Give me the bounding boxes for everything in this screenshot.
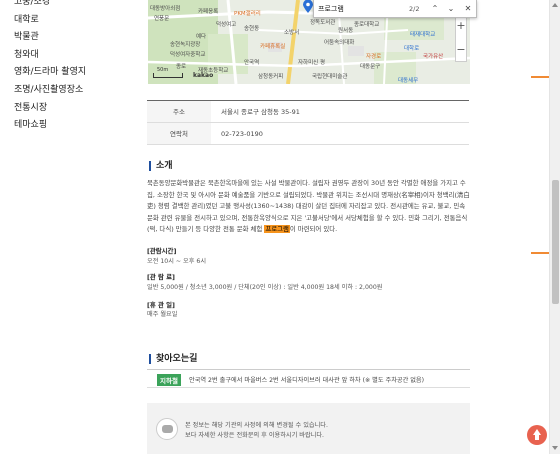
info-table: 주소 서울시 종로구 삼청동 35-91 연락처 02-723-0190 <box>147 100 469 145</box>
notice-box: 본 정보는 해당 기관의 사정에 의해 변경될 수 있습니다. 보다 자세한 사… <box>147 403 470 454</box>
map-label: 원서동 <box>338 28 354 34</box>
sidebar-item-photo-spot[interactable]: 조명/사진촬영장소 <box>14 82 86 100</box>
hours-value: 오전 10시 ~ 오후 6시 <box>147 258 207 265</box>
map-label: PKM갤러리 <box>234 11 261 17</box>
closed-label: [휴 관 일] <box>147 301 175 309</box>
contact-label: 연락처 <box>147 123 211 144</box>
sidebar-item-filming-location[interactable]: 영화/드라마 촬영지 <box>14 64 86 82</box>
map-label: 태재대학교 <box>410 32 436 38</box>
directions-divider <box>147 369 470 370</box>
scroll-to-top-button[interactable] <box>527 425 547 445</box>
map-label: 안국역 <box>244 60 260 66</box>
map-label: 자하미신 평 <box>298 60 326 66</box>
closed-value: 매주 월요일 <box>147 311 178 318</box>
directions-title: 찾아오는길 <box>149 354 197 364</box>
search-highlight: 프로그램 <box>264 225 290 234</box>
map-label: 국립현대미술관 <box>312 74 348 80</box>
fee-value: 일반 5,000원 / 청소년 3,000원 / 단체(20인 이상) : 일반… <box>147 284 383 291</box>
map-label: 대동문구 <box>360 64 381 70</box>
subway-badge: 지하철 <box>157 374 181 386</box>
chat-bubble-icon <box>156 418 178 440</box>
map-label: 국가유산 <box>423 54 444 60</box>
map-label: 소방서 <box>284 30 300 36</box>
find-in-page-bar: 프로그램 2/2 ⌃ ⌄ ✕ <box>313 0 477 18</box>
map-label: 자경로 <box>366 54 382 60</box>
map-scale: 50m <box>153 67 183 78</box>
hours-label: [관람시간] <box>147 247 177 255</box>
map-label: 송현녹지광장 <box>170 42 201 48</box>
map-label: 덕성여자중학교 <box>170 52 206 58</box>
chevron-up-icon[interactable]: ⌃ <box>429 2 441 15</box>
notice-line-2: 보다 자세한 사항은 전화문의 후 이용하시기 바랍니다. <box>185 432 325 439</box>
map-label: 어둠속의대화 <box>324 40 355 46</box>
scroll-up-icon[interactable] <box>552 3 558 7</box>
map-label: 카페휴록실 <box>260 44 286 50</box>
map-label: 카페응록 <box>198 9 219 15</box>
map-label: 삼청동커피 <box>258 74 284 80</box>
zoom-in-button[interactable]: + <box>456 19 466 32</box>
map-label: 연풍문 <box>154 16 170 22</box>
sidebar-item-daehakro[interactable]: 대학로 <box>14 12 86 30</box>
sidebar-item-theme-shopping[interactable]: 테마쇼핑 <box>14 117 86 135</box>
find-input[interactable]: 프로그램 <box>318 3 413 15</box>
sidebar-item-museum[interactable]: 박물관 <box>14 29 86 47</box>
map-label: 종로 <box>176 64 187 70</box>
info-row-address: 주소 서울시 종로구 삼청동 35-91 <box>147 101 469 123</box>
sidebar-list: 고궁/조경 대학로 박물관 청와대 영화/드라마 촬영지 조명/사진촬영장소 전… <box>14 0 86 135</box>
contact-value: 02-723-0190 <box>221 130 263 138</box>
sidebar: 고궁/조경 대학로 박물관 청와대 영화/드라마 촬영지 조명/사진촬영장소 전… <box>0 0 130 454</box>
sidebar-item-cheongwadae[interactable]: 청와대 <box>14 47 86 65</box>
intro-text: 북촌동양문화박물관은 북촌한옥마을에 있는 사설 박물관이다. 설립자 권영두 … <box>147 179 470 234</box>
transit-row: 지하철 안국역 2번 출구에서 마을버스 2번 서울디자이브러 대사관 앞 하차… <box>147 372 470 388</box>
map-label: 송현동 <box>244 26 260 32</box>
zoom-out-button[interactable]: − <box>456 43 466 56</box>
intro-title: 소개 <box>149 161 173 171</box>
transit-text: 안국역 2번 출구에서 마을버스 2번 서울디자이브러 대사관 앞 하차 (※ … <box>189 377 425 384</box>
notice-line-1: 본 정보는 해당 기관의 사정에 의해 변경될 수 있습니다. <box>185 422 328 429</box>
map-label: 대학로 <box>404 46 420 52</box>
map-label: 대동방아쇠점 <box>150 6 181 12</box>
sidebar-item-palace[interactable]: 고궁/조경 <box>14 0 86 12</box>
scroll-down-icon[interactable] <box>552 446 558 450</box>
map-label: 덕성여고 <box>216 22 237 28</box>
chevron-down-icon[interactable]: ⌄ <box>445 2 457 15</box>
address-value: 서울시 종로구 삼청동 35-91 <box>221 108 300 116</box>
map-label: 예다 <box>196 34 207 40</box>
map-label: 대동세무 <box>398 78 419 84</box>
close-icon[interactable]: ✕ <box>462 2 474 15</box>
kakao-logo: kakao <box>193 72 214 79</box>
map-pin-icon[interactable] <box>303 0 313 13</box>
find-match-count: 2/2 <box>409 5 420 13</box>
fee-label: [관 람 료] <box>147 273 175 281</box>
map-label: 종로대학교 <box>354 22 380 28</box>
info-row-contact: 연락처 02-723-0190 <box>147 123 469 145</box>
address-label: 주소 <box>147 101 211 122</box>
scrollbar[interactable] <box>549 0 560 454</box>
scrollbar-thumb[interactable] <box>552 180 559 304</box>
sidebar-item-market[interactable]: 전통시장 <box>14 100 86 118</box>
map-label: 정독도서관 <box>310 20 336 26</box>
